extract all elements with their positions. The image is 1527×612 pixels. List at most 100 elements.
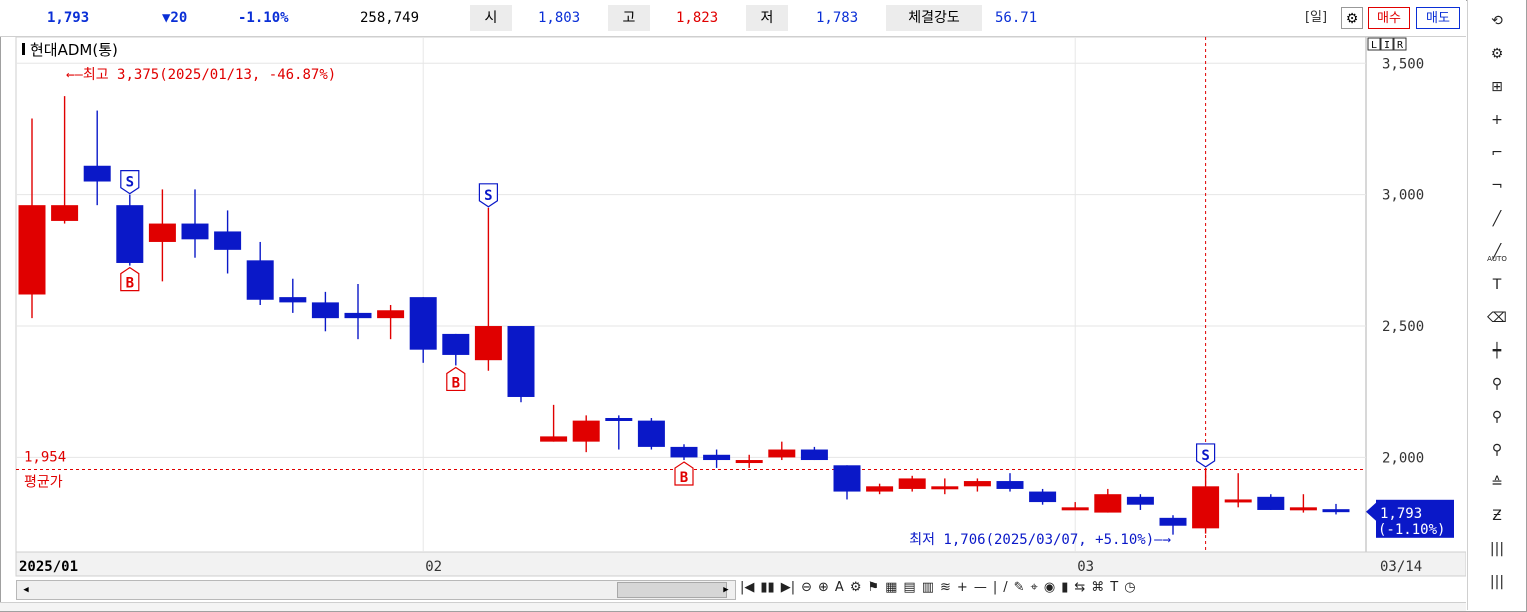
x-tick-label: 03/14 bbox=[1380, 559, 1422, 575]
eraser-icon[interactable]: ⌫ bbox=[1486, 307, 1508, 329]
chart-tool-icon[interactable]: ⊕ bbox=[818, 580, 829, 595]
average-price-value: 1,954 bbox=[24, 449, 66, 465]
chart-tool-icon[interactable]: ▥ bbox=[922, 580, 934, 595]
chart-tool-icon[interactable]: ≋ bbox=[940, 580, 951, 595]
candle-body[interactable] bbox=[572, 420, 600, 442]
candle-body[interactable] bbox=[377, 310, 405, 319]
bottom-strip bbox=[0, 602, 1466, 611]
bars-icon[interactable]: ||| bbox=[1486, 538, 1508, 560]
candle-body[interactable] bbox=[279, 297, 307, 303]
chart-tool-icon[interactable]: T bbox=[1110, 580, 1118, 595]
chart-tool-icon[interactable]: ✎ bbox=[1014, 580, 1025, 595]
candle-body[interactable] bbox=[931, 486, 959, 490]
candle-body[interactable] bbox=[735, 460, 763, 464]
candle-body[interactable] bbox=[670, 446, 698, 458]
text-icon[interactable]: T bbox=[1486, 274, 1508, 296]
candle-body[interactable] bbox=[1322, 509, 1350, 513]
gear-icon[interactable]: ⚙ bbox=[1486, 43, 1508, 65]
chart-title: 현대ADM(통) bbox=[30, 41, 118, 59]
chart-tool-icon[interactable]: + bbox=[957, 580, 968, 595]
candle-body[interactable] bbox=[637, 420, 665, 447]
chart-tool-icon[interactable]: — bbox=[974, 580, 987, 595]
signal-buy-label: B bbox=[680, 470, 688, 486]
chart-scrollbar[interactable]: ◀ ▶ bbox=[16, 580, 736, 600]
chart-tool-icon[interactable]: ▶| bbox=[781, 580, 795, 595]
chart-tool-icon[interactable]: ⚑ bbox=[867, 580, 879, 595]
candle-body[interactable] bbox=[1257, 496, 1285, 510]
chart-tool-icon[interactable]: ◉ bbox=[1044, 580, 1055, 595]
candle-body[interactable] bbox=[768, 449, 796, 458]
chart-tool-icon[interactable]: / bbox=[1003, 580, 1007, 595]
candle-body[interactable] bbox=[1289, 507, 1317, 511]
auto-trend-icon[interactable]: ╱ AUTO bbox=[1486, 241, 1508, 263]
candle-body[interactable] bbox=[1061, 507, 1089, 511]
chart-tool-icon[interactable]: | bbox=[993, 580, 997, 595]
chart-tool-icon[interactable]: ⇆ bbox=[1074, 580, 1085, 595]
scroll-right-icon[interactable]: ▶ bbox=[718, 582, 734, 598]
cross-cursor-icon[interactable]: + bbox=[1486, 109, 1508, 131]
candle-body[interactable] bbox=[898, 478, 926, 489]
candle-body[interactable] bbox=[1159, 517, 1187, 526]
candle-body[interactable] bbox=[833, 465, 861, 492]
x-tick-label: 2025/01 bbox=[19, 559, 78, 575]
candle-body[interactable] bbox=[181, 223, 209, 240]
fibonacci-icon[interactable]: ≙ bbox=[1486, 472, 1508, 494]
chart-tool-icon[interactable]: ▮ bbox=[1061, 580, 1068, 595]
candle-body[interactable] bbox=[409, 297, 437, 350]
chart-tool-icon[interactable]: ▮▮ bbox=[760, 580, 774, 595]
auto-trend-label: AUTO bbox=[1487, 255, 1507, 263]
candle-body[interactable] bbox=[1126, 496, 1154, 505]
signal-sell-label: S bbox=[126, 175, 134, 191]
candle-body[interactable] bbox=[703, 454, 731, 461]
candle-body[interactable] bbox=[605, 417, 633, 421]
candle-body[interactable] bbox=[83, 165, 111, 182]
candle-body[interactable] bbox=[963, 481, 991, 487]
scroll-thumb[interactable] bbox=[617, 582, 727, 598]
candle-body[interactable] bbox=[148, 223, 176, 242]
zoom-list-icon[interactable]: ⚲ bbox=[1486, 406, 1508, 428]
candle-body[interactable] bbox=[214, 231, 242, 250]
chart-tool-icon[interactable]: ▤ bbox=[903, 580, 915, 595]
grid-icon[interactable]: ||| bbox=[1486, 571, 1508, 593]
candle-body[interactable] bbox=[442, 333, 470, 355]
candle-body[interactable] bbox=[540, 436, 568, 442]
z-icon[interactable]: Ƶ bbox=[1486, 505, 1508, 527]
chart-tool-icon[interactable]: |◀ bbox=[740, 580, 754, 595]
chart-tool-icon[interactable]: ⊖ bbox=[801, 580, 812, 595]
zoom-range-icon[interactable]: ⚲ bbox=[1486, 439, 1508, 461]
candle-body[interactable] bbox=[311, 302, 339, 319]
candle-body[interactable] bbox=[996, 481, 1024, 489]
candle-body[interactable] bbox=[246, 260, 274, 300]
chart-tool-icon[interactable]: ▦ bbox=[885, 580, 897, 595]
chart-tool-icon[interactable]: ◷ bbox=[1124, 580, 1135, 595]
chart-tool-icon[interactable]: ⚙ bbox=[850, 580, 862, 595]
candle-body[interactable] bbox=[1224, 499, 1252, 503]
line-end-icon[interactable]: ¬ bbox=[1486, 175, 1508, 197]
candle-body[interactable] bbox=[116, 205, 144, 263]
current-price-tag-percent: (-1.10%) bbox=[1378, 522, 1445, 538]
chart-icon[interactable]: ⊞ bbox=[1486, 76, 1508, 98]
refresh-icon[interactable]: ⟲ bbox=[1486, 10, 1508, 32]
candle-body[interactable] bbox=[344, 312, 372, 319]
drawing-toolbar: ⟲ ⚙ ⊞ + ⌐ ¬ ╱ ╱ AUTO T ⌫ ┿ ⚲ ⚲ ⚲ ≙ Ƶ ||| ||| bbox=[1467, 0, 1526, 610]
candle-icon[interactable]: ┿ bbox=[1486, 340, 1508, 362]
chart-tool-icon[interactable]: A bbox=[835, 580, 844, 595]
scroll-left-icon[interactable]: ◀ bbox=[18, 582, 34, 598]
trend-line-icon[interactable]: ╱ bbox=[1486, 208, 1508, 230]
candle-body[interactable] bbox=[800, 449, 828, 461]
candle-body[interactable] bbox=[1094, 494, 1122, 513]
zoom-in-icon[interactable]: ⚲ bbox=[1486, 373, 1508, 395]
chart-tool-icon[interactable]: ⌖ bbox=[1031, 580, 1038, 595]
candle-body[interactable] bbox=[1192, 486, 1220, 529]
signal-buy-label: B bbox=[452, 375, 460, 391]
candle-body[interactable] bbox=[507, 326, 535, 397]
candle-body[interactable] bbox=[1029, 491, 1057, 503]
candle-body[interactable] bbox=[866, 486, 894, 492]
candlestick-chart[interactable]: 2,000 2,500 3,000 3,500 2025/01 02 03 03/14 현대AD… bbox=[0, 0, 1466, 578]
candle-body[interactable] bbox=[51, 205, 79, 221]
y-tick-label: 2,500 bbox=[1382, 319, 1424, 335]
candle-body[interactable] bbox=[474, 326, 502, 361]
chart-tool-icon[interactable]: ⌘ bbox=[1091, 580, 1104, 595]
candle-body[interactable] bbox=[18, 205, 46, 295]
line-start-icon[interactable]: ⌐ bbox=[1486, 142, 1508, 164]
